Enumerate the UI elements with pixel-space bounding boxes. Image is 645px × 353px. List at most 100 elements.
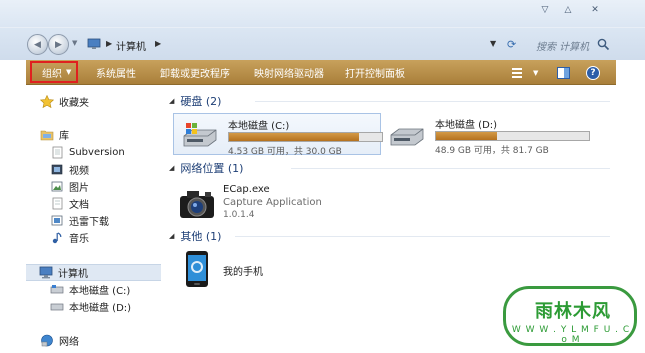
network-item-ecap[interactable]: ECap.exe Capture Application 1.0.1.4 — [177, 184, 427, 229]
nav-item-drive-d[interactable]: 本地磁盘 (D:) — [50, 299, 131, 314]
breadcrumb-computer[interactable]: 计算机 — [116, 38, 146, 53]
uninstall-program-button[interactable]: 卸载或更改程序 — [160, 60, 230, 85]
search-icon[interactable] — [597, 38, 610, 51]
group-label-hard-disks: 硬盘 (2) — [180, 95, 222, 108]
group-label-other: 其他 (1) — [180, 230, 222, 243]
close-button[interactable]: ✕ — [584, 2, 606, 18]
forward-button[interactable]: ▶ — [48, 34, 69, 55]
arrow-right-icon: ▶ — [55, 39, 62, 50]
nav-label-libraries: 库 — [59, 131, 69, 142]
nav-label-drive-c: 本地磁盘 (C:) — [69, 286, 131, 297]
organize-button[interactable]: 组织 ▼ — [30, 61, 78, 83]
nav-label-videos: 视频 — [69, 166, 89, 177]
nav-item-favorites[interactable]: 收藏夹 — [40, 94, 89, 109]
nav-item-pictures[interactable]: 图片 — [50, 179, 89, 194]
system-properties-button[interactable]: 系统属性 — [96, 60, 136, 85]
nav-item-music[interactable]: 音乐 — [50, 230, 89, 245]
address-bar[interactable]: ▶ 计算机 ▶ ▼ — [83, 34, 503, 55]
map-network-drive-button[interactable]: 映射网络驱动器 — [254, 60, 324, 85]
video-icon — [51, 164, 63, 175]
search-input[interactable]: 搜索 计算机 — [530, 34, 612, 55]
download-folder-icon — [51, 215, 63, 226]
hard-drive-windows-icon — [183, 123, 217, 147]
help-icon: ? — [586, 65, 600, 80]
group-label-network-locations: 网络位置 (1) — [180, 162, 244, 175]
network-item-version: 1.0.1.4 — [223, 210, 255, 220]
network-icon — [41, 334, 53, 347]
arrow-left-icon: ◀ — [34, 39, 41, 50]
refresh-icon: ⟳ — [507, 38, 517, 51]
nav-item-xunlei-downloads[interactable]: 迅雷下载 — [50, 213, 109, 228]
drive-usage-bar-d — [435, 131, 590, 141]
nav-label-music: 音乐 — [69, 234, 89, 245]
nav-label-favorites: 收藏夹 — [59, 98, 89, 109]
preview-pane-button[interactable] — [557, 60, 571, 85]
phone-icon — [186, 251, 208, 287]
other-item-my-phone[interactable]: 我的手机 — [183, 250, 383, 292]
hard-drive-icon — [50, 303, 64, 311]
computer-icon — [39, 266, 53, 279]
nav-item-subversion[interactable]: Subversion — [50, 145, 125, 160]
document-icon — [52, 146, 63, 159]
nav-item-videos[interactable]: 视频 — [50, 162, 89, 177]
nav-label-drive-d: 本地磁盘 (D:) — [69, 303, 132, 314]
minimize-button[interactable]: ▽ — [534, 2, 556, 18]
drive-free-space-d: 48.9 GB 可用，共 81.7 GB — [435, 146, 549, 156]
drive-usage-fill-c — [229, 133, 359, 141]
collapse-triangle-icon: ◢ — [169, 232, 175, 240]
maximize-button[interactable]: △ — [557, 2, 579, 18]
group-header-hard-disks[interactable]: ◢ 硬盘 (2) — [169, 93, 221, 109]
back-button[interactable]: ◀ — [27, 34, 48, 55]
change-view-button[interactable] — [511, 60, 525, 85]
breadcrumb-separator-icon[interactable]: ▶ — [155, 39, 161, 48]
group-divider — [291, 168, 610, 169]
nav-item-documents[interactable]: 文档 — [50, 196, 89, 211]
watermark-text: 雨林木风 — [535, 301, 611, 322]
document-icon — [52, 197, 63, 210]
chevron-down-icon: ▼ — [533, 68, 539, 77]
nav-label-pictures: 图片 — [69, 183, 89, 194]
network-item-name: ECap.exe — [223, 184, 270, 195]
chevron-down-icon: ▼ — [66, 68, 72, 76]
breadcrumb-separator-icon[interactable]: ▶ — [106, 39, 112, 48]
search-placeholder: 搜索 计算机 — [536, 42, 590, 53]
hard-drive-icon — [50, 285, 64, 294]
navigation-pane: 收藏夹 库 Subversion 视频 图片 文档 迅雷下载 音乐 计算机 本地… — [26, 86, 161, 353]
watermark-url: W W W . Y L M F U . C o M — [511, 325, 631, 345]
nav-item-libraries[interactable]: 库 — [40, 127, 69, 142]
explorer-window: ▽ △ ✕ ◀ ▶ ▼ ▶ 计算机 ▶ ▼ ⟳ 搜索 计算机 组织 ▼ 系统属性… — [0, 0, 645, 353]
refresh-button[interactable]: ⟳ — [507, 38, 523, 52]
address-history-dropdown[interactable]: ▼ — [490, 39, 496, 48]
drive-name-d: 本地磁盘 (D:) — [435, 120, 498, 131]
nav-item-drive-c[interactable]: 本地磁盘 (C:) — [50, 282, 130, 297]
drive-tile-c[interactable]: 本地磁盘 (C:) 4.53 GB 可用，共 30.0 GB — [173, 113, 383, 157]
open-control-panel-button[interactable]: 打开控制面板 — [345, 60, 405, 85]
library-folder-icon — [40, 130, 54, 141]
drive-usage-bar-c — [228, 132, 383, 142]
drive-free-space-c: 4.53 GB 可用，共 30.0 GB — [228, 147, 342, 157]
other-item-name: 我的手机 — [223, 267, 263, 278]
nav-item-computer[interactable]: 计算机 — [26, 264, 161, 281]
help-button[interactable]: ? — [586, 60, 600, 85]
title-bar: ▽ △ ✕ — [0, 0, 645, 27]
star-icon — [40, 95, 54, 108]
drive-tile-d[interactable]: 本地磁盘 (D:) 48.9 GB 可用，共 81.7 GB — [381, 113, 601, 156]
address-row: ◀ ▶ ▼ ▶ 计算机 ▶ ▼ ⟳ 搜索 计算机 — [0, 27, 645, 60]
nav-label-computer: 计算机 — [58, 269, 88, 280]
nav-item-network[interactable]: 网络 — [40, 333, 79, 348]
computer-icon — [87, 38, 101, 49]
group-header-network-locations[interactable]: ◢ 网络位置 (1) — [169, 160, 243, 176]
camera-icon — [180, 191, 214, 218]
organize-label: 组织 — [42, 68, 62, 80]
nav-label-documents: 文档 — [69, 200, 89, 211]
nav-label-subversion: Subversion — [69, 147, 125, 158]
view-options-icon — [512, 67, 522, 78]
command-toolbar: 组织 ▼ 系统属性 卸载或更改程序 映射网络驱动器 打开控制面板 ▼ ? — [26, 60, 616, 85]
drive-name-c: 本地磁盘 (C:) — [228, 121, 290, 132]
recent-pages-dropdown[interactable]: ▼ — [72, 39, 77, 47]
view-dropdown-button[interactable]: ▼ — [533, 60, 538, 85]
network-item-description: Capture Application — [223, 197, 322, 208]
preview-pane-icon — [557, 66, 570, 79]
group-header-other[interactable]: ◢ 其他 (1) — [169, 228, 221, 244]
hard-drive-icon — [390, 128, 424, 146]
